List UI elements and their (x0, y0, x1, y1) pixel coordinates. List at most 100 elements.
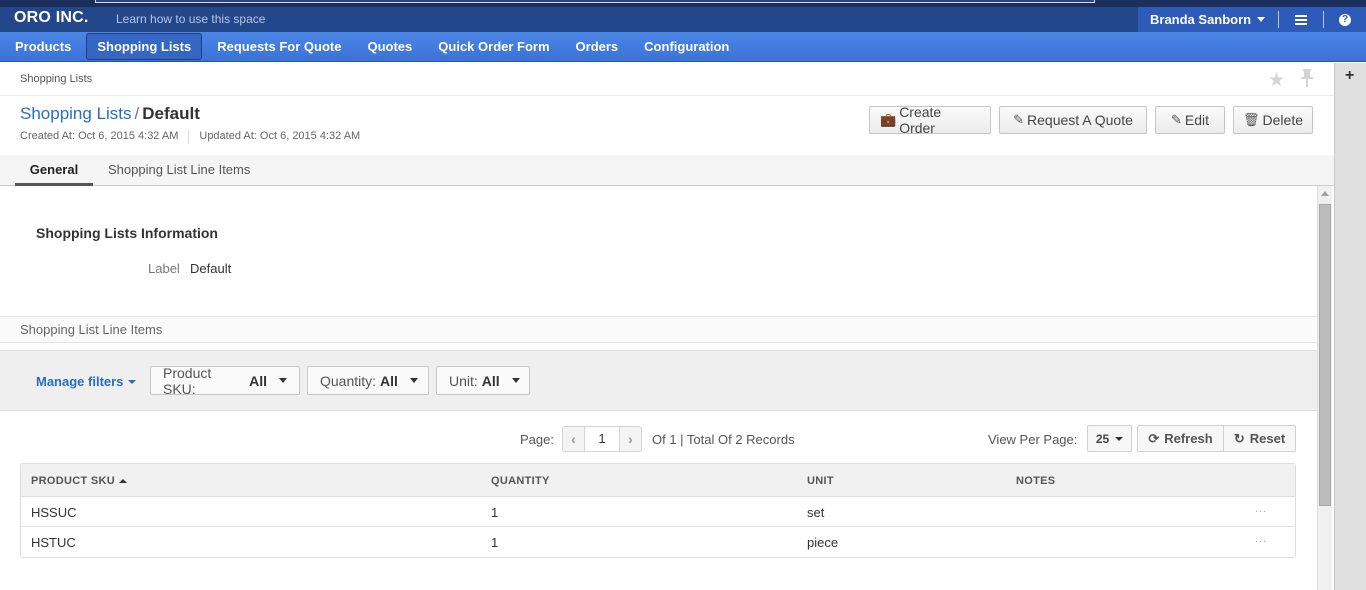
pin-icon[interactable] (1300, 69, 1314, 87)
trash-icon: 🗑 (1243, 112, 1260, 127)
request-quote-label: Request A Quote (1027, 112, 1133, 128)
help-icon: ? (1339, 13, 1351, 26)
tabs: General Shopping List Line Items (0, 155, 1334, 186)
filter-name: Unit: (449, 372, 478, 389)
filter-value: All (249, 372, 267, 389)
page-control: ‹ 1 › (561, 426, 642, 452)
line-items-grid: PRODUCT SKU QUANTITY UNIT NOTES HSSUC 1 … (20, 463, 1296, 558)
next-page-button[interactable]: › (620, 427, 641, 451)
label-field-name: Label (148, 261, 180, 276)
edit-button[interactable]: ✎ Edit (1155, 106, 1225, 134)
page-actions: 💼 Create Order ✎ Request A Quote ✎ Edit … (869, 104, 1313, 136)
manage-filters-button[interactable]: Manage filters (36, 374, 137, 389)
prev-page-button[interactable]: ‹ (563, 427, 584, 451)
page-number-input[interactable]: 1 (583, 427, 620, 451)
top-strip-bar (95, 0, 1095, 3)
cell-unit: set (807, 505, 825, 520)
refresh-icon: ⟳ (1148, 430, 1160, 446)
tab-general[interactable]: General (15, 162, 93, 186)
chevron-down-icon (279, 378, 287, 383)
app-header: ORO INC. Learn how to use this space Bra… (0, 7, 1366, 32)
create-order-button[interactable]: 💼 Create Order (869, 104, 991, 136)
column-header-label: PRODUCT SKU (31, 475, 115, 487)
label-field-value: Default (190, 261, 232, 276)
hamburger-menu-button[interactable] (1279, 14, 1323, 25)
nav-quick-order-form[interactable]: Quick Order Form (427, 33, 560, 60)
favorite-star-icon[interactable]: ★ (1268, 69, 1285, 92)
filter-quantity[interactable]: Quantity: All (307, 366, 429, 395)
delete-button[interactable]: 🗑 Delete (1233, 106, 1313, 134)
filter-value: All (481, 372, 500, 389)
view-per-page-value: 25 (1095, 431, 1110, 446)
chevron-down-icon (409, 378, 418, 383)
view-per-page-label: View Per Page: (988, 432, 1078, 447)
nav-configuration[interactable]: Configuration (633, 33, 740, 60)
reset-icon: ↻ (1233, 430, 1245, 446)
meta-divider (188, 130, 190, 144)
filter-value: All (380, 372, 398, 389)
edit-icon: ✎ (1170, 112, 1182, 127)
delete-label: Delete (1262, 112, 1303, 128)
refresh-label: Refresh (1164, 431, 1213, 446)
line-items-section-title: Shopping List Line Items (20, 322, 163, 337)
scrollbar-thumb[interactable] (1319, 204, 1331, 506)
page-label: Page: (520, 431, 554, 447)
cell-sku: HSTUC (31, 535, 76, 550)
filter-bar: Manage filters Product SKU: All Quantity… (0, 350, 1317, 411)
nav-quotes[interactable]: Quotes (356, 33, 423, 60)
request-quote-button[interactable]: ✎ Request A Quote (999, 106, 1147, 134)
column-header-unit[interactable]: UNIT (807, 475, 834, 487)
breadcrumb-row: Shopping Lists ★ (0, 63, 1334, 96)
breadcrumb[interactable]: Shopping Lists (20, 73, 92, 85)
view-per-page-select[interactable]: 25 (1087, 425, 1132, 452)
chevron-right-icon: › (628, 431, 633, 447)
page-title: Shopping Lists / Default (20, 104, 200, 124)
cell-unit: piece (807, 535, 839, 550)
filter-unit[interactable]: Unit: All (436, 366, 530, 395)
logo[interactable]: ORO INC. (14, 9, 89, 27)
page-header: Shopping Lists / Default Created At: Oct 6… (0, 97, 1334, 155)
briefcase-icon: 💼 (880, 112, 897, 127)
cell-quantity: 1 (491, 505, 499, 520)
edit-square-icon: ✎ (1013, 112, 1025, 127)
row-actions-ellipsis-icon[interactable]: ... (1255, 533, 1267, 545)
chevron-down-icon (1257, 17, 1266, 22)
help-button[interactable]: ? (1324, 13, 1366, 26)
nav-orders[interactable]: Orders (565, 33, 630, 60)
cell-quantity: 1 (491, 535, 499, 550)
cell-sku: HSSUC (31, 505, 77, 520)
user-area: Branda Sanborn ? (1138, 7, 1366, 32)
column-header-quantity[interactable]: QUANTITY (491, 475, 550, 487)
chevron-down-icon (1115, 436, 1124, 441)
grid-header: PRODUCT SKU QUANTITY UNIT NOTES (21, 464, 1295, 497)
nav-shopping-lists[interactable]: Shopping Lists (86, 33, 203, 60)
table-row[interactable]: HSTUC 1 piece ... (21, 527, 1295, 557)
row-actions-ellipsis-icon[interactable]: ... (1255, 503, 1267, 515)
filter-product-sku[interactable]: Product SKU: All (150, 364, 300, 397)
record-meta: Created At: Oct 6, 2015 4:32 AM Updated … (20, 130, 360, 144)
filter-name: Product SKU: (163, 364, 212, 397)
edit-label: Edit (1184, 112, 1210, 128)
column-header-product-sku[interactable]: PRODUCT SKU (31, 475, 127, 487)
scroll-up-arrow-icon[interactable] (1321, 191, 1329, 196)
reset-button[interactable]: ↻ Reset (1223, 426, 1295, 451)
nav-products[interactable]: Products (4, 33, 82, 60)
browser-top-strip (0, 0, 1366, 7)
title-separator: / (134, 104, 140, 123)
nav-requests-for-quote[interactable]: Requests For Quote (206, 33, 352, 60)
tab-shopping-list-line-items[interactable]: Shopping List Line Items (108, 162, 250, 177)
learn-link[interactable]: Learn how to use this space (116, 12, 265, 26)
manage-filters-label: Manage filters (36, 374, 124, 389)
content-scrollbar[interactable] (1317, 186, 1332, 590)
add-widget-plus-icon[interactable]: + (1345, 67, 1354, 85)
main-nav: Products Shopping Lists Requests For Quo… (0, 32, 1366, 62)
table-row[interactable]: HSSUC 1 set ... (21, 497, 1295, 527)
title-current: Default (142, 104, 200, 123)
title-link-shopping-lists[interactable]: Shopping Lists (20, 104, 132, 123)
updated-at: Updated At: Oct 6, 2015 4:32 AM (199, 130, 361, 142)
created-at: Created At: Oct 6, 2015 4:32 AM (20, 130, 179, 142)
refresh-button[interactable]: ⟳ Refresh (1138, 426, 1223, 451)
hamburger-icon (1295, 14, 1307, 25)
column-header-notes[interactable]: NOTES (1016, 475, 1055, 487)
user-menu[interactable]: Branda Sanborn (1138, 12, 1278, 27)
